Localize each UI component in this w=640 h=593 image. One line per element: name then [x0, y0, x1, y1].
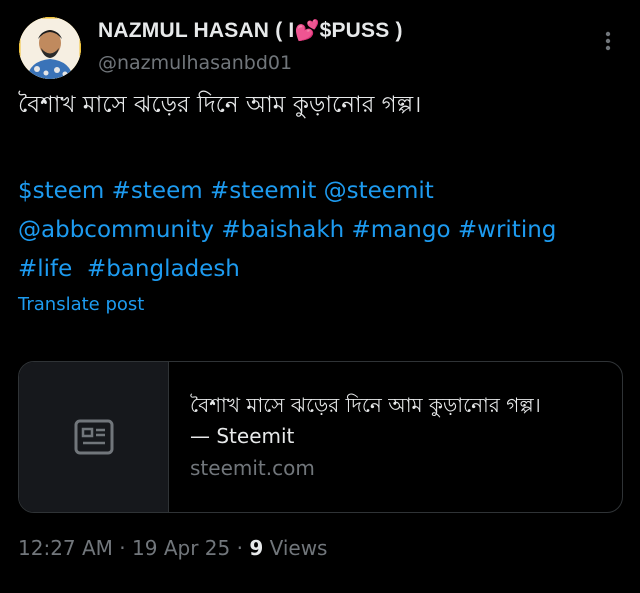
tag-line: $steem #steem #steemit @steemit: [18, 172, 630, 211]
post-time[interactable]: 12:27 AM: [18, 536, 113, 560]
more-options-button[interactable]: [598, 26, 618, 56]
meta-separator: ·: [230, 536, 250, 560]
display-name-suffix[interactable]: $PUSS ): [320, 19, 403, 43]
post-date[interactable]: 19 Apr 25: [132, 536, 230, 560]
mention-steemit[interactable]: @steemit: [324, 178, 434, 204]
post-meta: 12:27 AM · 19 Apr 25 · 9 Views: [18, 536, 327, 560]
meta-separator: ·: [112, 536, 133, 560]
tag-steemit[interactable]: #steemit: [210, 178, 316, 204]
display-name[interactable]: NAZMUL HASAN ( I: [98, 19, 294, 43]
tag-life[interactable]: #life: [18, 256, 72, 282]
link-card-body: বৈশাখ মাসে ঝড়ের দিনে আম কুড়ানোর গল্প। …: [169, 362, 541, 512]
hashtags: $steem #steem #steemit @steemit @abbcomm…: [18, 172, 630, 289]
link-card-title: বৈশাখ মাসে ঝড়ের দিনে আম কুড়ানোর গল্প।: [190, 393, 541, 417]
post-text-line: বৈশাখ মাসে ঝড়ের দিনে আম কুড়ানোর গল্প।: [18, 92, 422, 118]
post: NAZMUL HASAN ( I 💕 $PUSS ) @nazmulhasanb…: [0, 0, 640, 593]
translate-post-link[interactable]: Translate post: [18, 294, 144, 315]
tag-steem[interactable]: #steem: [112, 178, 203, 204]
avatar-image: [19, 17, 81, 79]
tag-writing[interactable]: #writing: [458, 217, 557, 243]
tag-baishakh[interactable]: #baishakh: [221, 217, 344, 243]
more-vertical-icon: [605, 31, 611, 51]
views-count[interactable]: 9: [249, 536, 263, 560]
post-text: বৈশাখ মাসে ঝড়ের দিনে আম কুড়ানোর গল্প।: [18, 88, 628, 122]
tag-bangladesh[interactable]: #bangladesh: [80, 256, 240, 282]
heart-emoji: 💕: [294, 20, 320, 42]
views-label: Views: [263, 536, 328, 560]
link-card-domain: steemit.com: [190, 456, 315, 480]
author-name-row[interactable]: NAZMUL HASAN ( I 💕 $PUSS ): [98, 18, 403, 43]
tag-steem-cashtag[interactable]: $steem: [18, 178, 104, 204]
tag-mango[interactable]: #mango: [352, 217, 451, 243]
link-card-source: — Steemit: [190, 424, 295, 448]
article-icon: [74, 419, 113, 455]
avatar[interactable]: [19, 17, 81, 79]
link-card-thumbnail: [19, 362, 169, 512]
mention-abbcommunity[interactable]: @abbcommunity: [18, 217, 214, 243]
tag-line: @abbcommunity #baishakh #mango #writing: [18, 211, 630, 250]
link-preview-card[interactable]: বৈশাখ মাসে ঝড়ের দিনে আম কুড়ানোর গল্প। …: [18, 361, 623, 513]
tag-line: #life #bangladesh: [18, 250, 630, 289]
author-handle[interactable]: @nazmulhasanbd01: [98, 52, 292, 74]
